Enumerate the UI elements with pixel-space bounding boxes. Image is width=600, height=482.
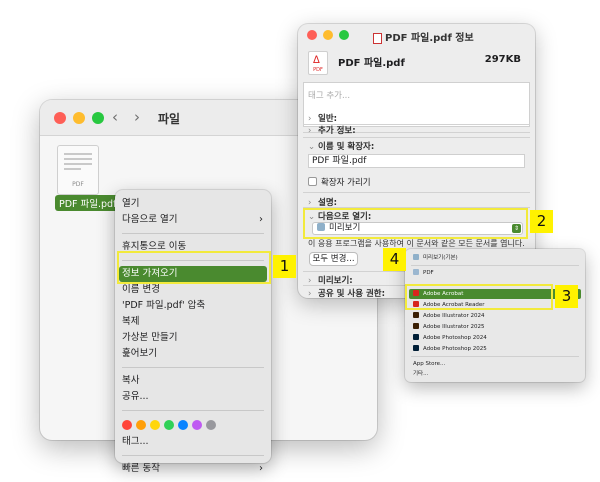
- finder-title: 파일: [158, 112, 181, 126]
- pdf-app-icon: [413, 269, 419, 275]
- dropdown-item-illustrator-2024[interactable]: Adobe Illustrator 2024: [409, 311, 581, 321]
- info-titlebar: PDF 파일.pdf 정보: [298, 24, 535, 46]
- dropdown-item-illustrator-2025[interactable]: Adobe Illustrator 2025: [409, 322, 581, 332]
- close-button[interactable]: [54, 112, 66, 124]
- tag-color-dot-2[interactable]: [150, 420, 160, 430]
- zoom-button[interactable]: [92, 112, 104, 124]
- close-button[interactable]: [307, 30, 317, 40]
- photoshop-app-icon: [413, 334, 419, 340]
- window-controls: [307, 30, 349, 40]
- minimize-button[interactable]: [73, 112, 85, 124]
- tag-color-dot-3[interactable]: [164, 420, 174, 430]
- dropdown-item-photoshop-2025[interactable]: Adobe Photoshop 2025: [409, 344, 581, 354]
- chevron-right-icon: ›: [259, 214, 263, 225]
- tags-field[interactable]: [303, 82, 530, 127]
- section-name-extension[interactable]: ⌄ 이름 및 확장자:: [308, 140, 374, 152]
- menu-item-quick-actions[interactable]: 빠른 동작 ›: [115, 461, 271, 477]
- section-sharing[interactable]: › 공유 및 사용 권한:: [308, 287, 385, 298]
- menu-item-rename[interactable]: 이름 변경: [115, 282, 271, 298]
- menu-item-open[interactable]: 열기: [115, 196, 271, 212]
- tag-color-dot-4[interactable]: [178, 420, 188, 430]
- step-badge-4: 4: [383, 248, 406, 271]
- step-badge-2: 2: [530, 210, 553, 233]
- highlight-step-3: [405, 284, 553, 310]
- hide-extension-row[interactable]: 확장자 가리기: [308, 176, 371, 188]
- menu-item-compress[interactable]: 'PDF 파일.pdf' 압축: [115, 298, 271, 314]
- forward-icon[interactable]: ›: [134, 109, 140, 125]
- file-ext-label: PDF: [72, 181, 84, 188]
- menu-item-open-with[interactable]: 다음으로 열기 ›: [115, 212, 271, 228]
- tag-color-dot-1[interactable]: [136, 420, 146, 430]
- menu-item-copy[interactable]: 복사: [115, 373, 271, 389]
- menu-item-quick-look[interactable]: 훑어보기: [115, 346, 271, 362]
- dropdown-separator: [411, 265, 579, 266]
- chevron-down-icon: ⌄: [308, 142, 316, 152]
- tags-input[interactable]: [304, 88, 529, 104]
- chevron-right-icon: ›: [308, 289, 312, 298]
- menu-item-make-alias[interactable]: 가상본 만들기: [115, 330, 271, 346]
- acrobat-mark-icon: ᐃ: [313, 55, 320, 66]
- tag-color-dot-6[interactable]: [206, 420, 216, 430]
- menu-item-share[interactable]: 공유...: [115, 389, 271, 405]
- back-icon[interactable]: ‹: [112, 109, 118, 125]
- menu-separator: [122, 367, 264, 368]
- highlight-step-1: [117, 251, 271, 284]
- dropdown-item-pdf[interactable]: PDF: [409, 268, 581, 278]
- menu-separator: [122, 410, 264, 411]
- illustrator-app-icon: [413, 323, 419, 329]
- context-menu: 열기 다음으로 열기 › 휴지통으로 이동 정보 가져오기 이름 변경 'PDF …: [115, 190, 271, 474]
- name-input[interactable]: PDF 파일.pdf: [308, 154, 525, 168]
- info-header: ᐃ PDF PDF 파일.pdf 297KB: [308, 51, 525, 77]
- section-divider: [303, 137, 530, 138]
- change-all-button[interactable]: 모두 변경...: [309, 252, 358, 266]
- preview-app-icon: [413, 254, 419, 260]
- window-controls: [54, 112, 104, 124]
- section-divider: [303, 192, 530, 193]
- file-name-label[interactable]: PDF 파일.pdf: [55, 195, 121, 211]
- menu-item-tags[interactable]: 태그...: [115, 434, 271, 450]
- minimize-button[interactable]: [323, 30, 333, 40]
- tag-color-dot-5[interactable]: [192, 420, 202, 430]
- chevron-right-icon: ›: [259, 463, 263, 474]
- info-file-size: 297KB: [484, 54, 521, 65]
- highlight-step-2: [303, 208, 528, 239]
- illustrator-app-icon: [413, 312, 419, 318]
- tag-color-row: [115, 416, 271, 434]
- section-general[interactable]: › 일반:: [308, 112, 337, 124]
- dropdown-separator: [411, 356, 579, 357]
- dropdown-item-preview-default[interactable]: 미리보기(기본): [409, 253, 581, 263]
- photoshop-app-icon: [413, 345, 419, 351]
- dropdown-item-photoshop-2024[interactable]: Adobe Photoshop 2024: [409, 333, 581, 343]
- info-file-name: PDF 파일.pdf: [338, 58, 405, 69]
- open-with-dropdown: 미리보기(기본) PDF Adobe Acrobat Adobe Acrobat…: [405, 249, 585, 382]
- pdf-icon: [373, 32, 382, 44]
- menu-separator: [122, 455, 264, 456]
- step-badge-1: 1: [273, 255, 296, 278]
- info-window-title: PDF 파일.pdf 정보: [373, 29, 474, 44]
- menu-item-duplicate[interactable]: 복제: [115, 314, 271, 330]
- pdf-icon: ᐃ PDF: [308, 51, 328, 75]
- document-icon: PDF: [57, 145, 99, 195]
- pdf-icon-label: PDF: [313, 67, 323, 73]
- zoom-button[interactable]: [339, 30, 349, 40]
- dropdown-item-app-store[interactable]: App Store...: [409, 359, 581, 369]
- menu-separator: [122, 233, 264, 234]
- step-badge-3: 3: [555, 285, 578, 308]
- dropdown-item-other[interactable]: 기타...: [409, 369, 581, 379]
- chevron-right-icon: ›: [308, 126, 312, 136]
- hide-extension-checkbox[interactable]: [308, 177, 317, 186]
- chevron-right-icon: ›: [308, 114, 312, 124]
- tag-color-dot-0[interactable]: [122, 420, 132, 430]
- pdf-file-icon[interactable]: PDF: [57, 145, 99, 195]
- section-more-info[interactable]: › 추가 정보:: [308, 124, 356, 136]
- open-with-description: 이 응용 프로그램을 사용하여 이 문서와 같은 모든 문서를 엽니다.: [308, 239, 525, 248]
